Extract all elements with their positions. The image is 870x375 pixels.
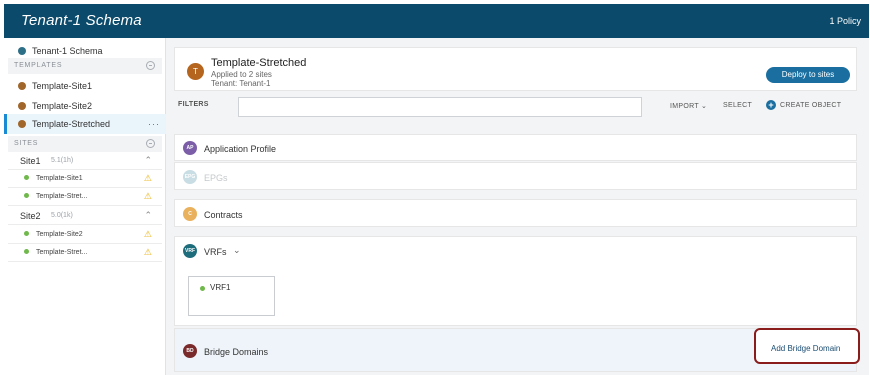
- select-button[interactable]: SELECT: [723, 102, 752, 109]
- template-icon: [18, 82, 26, 90]
- plus-icon[interactable]: +: [766, 100, 776, 110]
- vrfs-section: VRF VRFs ⌄ VRF1: [174, 236, 857, 326]
- collapse-sites-icon[interactable]: [146, 139, 155, 148]
- templates-header: TEMPLATES: [8, 58, 162, 74]
- site-template-item[interactable]: Template-Site2 ⚠: [8, 226, 162, 244]
- vrf-card[interactable]: VRF1: [188, 276, 275, 316]
- import-button[interactable]: IMPORT ⌄: [670, 102, 707, 110]
- site-template-item[interactable]: Template-Stret... ⚠: [8, 244, 162, 262]
- add-bridge-domain-label: Add Bridge Domain: [771, 344, 841, 353]
- contracts-section[interactable]: C Contracts: [174, 199, 857, 227]
- template-label: Template-Stretched: [32, 119, 111, 129]
- application-profile-section[interactable]: AP Application Profile: [174, 134, 857, 161]
- warning-icon: ⚠: [143, 247, 152, 257]
- sidebar-item-template-stretched[interactable]: Template-Stretched ···: [4, 114, 166, 134]
- site-template-label: Template-Site1: [36, 175, 83, 182]
- section-label: Bridge Domains: [204, 347, 269, 357]
- schema-icon: [18, 47, 26, 55]
- site-row-site2[interactable]: Site2 5.0(1k) ⌃: [8, 208, 162, 225]
- template-icon: [18, 120, 26, 128]
- sites-header: SITES: [8, 136, 162, 152]
- site-template-label: Template-Stret...: [36, 193, 88, 200]
- sidebar-item-template-site2[interactable]: Template-Site2: [4, 99, 166, 114]
- template-icon: [18, 102, 26, 110]
- schema-title: Tenant-1 Schema: [21, 12, 142, 29]
- site-version: 5.0(1k): [51, 212, 73, 219]
- vrf-badge-icon: VRF: [183, 244, 197, 258]
- section-label: Application Profile: [204, 144, 277, 154]
- sidebar-schema-label: Tenant-1 Schema: [32, 46, 103, 56]
- template-tenant: Tenant: Tenant-1: [211, 79, 271, 88]
- add-bridge-domain-button[interactable]: Add Bridge Domain: [754, 328, 860, 364]
- site-template-item[interactable]: Template-Site1 ⚠: [8, 170, 162, 188]
- chevron-up-icon[interactable]: ⌃: [144, 155, 152, 166]
- filter-input[interactable]: [238, 97, 642, 117]
- contract-badge-icon: C: [183, 207, 197, 221]
- site-template-label: Template-Site2: [36, 231, 83, 238]
- filter-bar: FILTERS IMPORT ⌄ SELECT + CREATE OBJECT: [174, 95, 857, 119]
- template-header-card: T Template-Stretched Applied to 2 sites …: [174, 47, 857, 91]
- more-options-icon[interactable]: ···: [148, 119, 160, 129]
- template-avatar: T: [187, 63, 204, 80]
- vrf-name: VRF1: [210, 283, 231, 292]
- sidebar-item-template-site1[interactable]: Template-Site1: [4, 79, 166, 94]
- top-bar: Tenant-1 Schema 1 Policy: [4, 4, 869, 38]
- epg-badge-icon: EPG: [183, 170, 197, 184]
- chevron-up-icon[interactable]: ⌃: [144, 210, 152, 221]
- template-name: Template-Stretched: [211, 57, 307, 69]
- sites-header-label: SITES: [14, 140, 39, 147]
- pin-icon: [200, 286, 205, 291]
- section-label: Contracts: [204, 210, 243, 220]
- site-version: 5.1(1h): [51, 157, 74, 164]
- site-template-item[interactable]: Template-Stret... ⚠: [8, 188, 162, 206]
- create-object-button[interactable]: CREATE OBJECT: [780, 102, 841, 109]
- chevron-down-icon[interactable]: ⌄: [233, 245, 241, 256]
- policy-count[interactable]: 1 Policy: [829, 16, 861, 26]
- pin-icon: [24, 193, 29, 198]
- epgs-section[interactable]: EPG EPGs: [174, 162, 857, 190]
- collapse-templates-icon[interactable]: [146, 61, 155, 70]
- template-label: Template-Site2: [32, 101, 93, 111]
- pin-icon: [24, 231, 29, 236]
- warning-icon: ⚠: [143, 229, 152, 239]
- templates-header-label: TEMPLATES: [14, 62, 63, 69]
- filters-label: FILTERS: [178, 101, 209, 108]
- ap-badge-icon: AP: [183, 141, 197, 155]
- main-panel: T Template-Stretched Applied to 2 sites …: [166, 38, 869, 375]
- site-template-label: Template-Stret...: [36, 249, 88, 256]
- template-label: Template-Site1: [32, 81, 93, 91]
- sidebar: Tenant-1 Schema TEMPLATES Template-Site1…: [4, 38, 166, 375]
- section-label: VRFs: [204, 247, 227, 257]
- site-row-site1[interactable]: Site1 5.1(1h) ⌃: [8, 153, 162, 170]
- section-label: EPGs: [204, 173, 228, 183]
- deploy-to-sites-button[interactable]: Deploy to sites: [766, 67, 850, 83]
- warning-icon: ⚠: [143, 173, 152, 183]
- pin-icon: [24, 175, 29, 180]
- pin-icon: [24, 249, 29, 254]
- site-name: Site2: [20, 211, 41, 221]
- bd-badge-icon: BD: [183, 344, 197, 358]
- template-applied: Applied to 2 sites: [211, 70, 272, 79]
- sidebar-schema-item[interactable]: Tenant-1 Schema: [4, 44, 166, 58]
- site-name: Site1: [20, 156, 41, 166]
- warning-icon: ⚠: [143, 191, 152, 201]
